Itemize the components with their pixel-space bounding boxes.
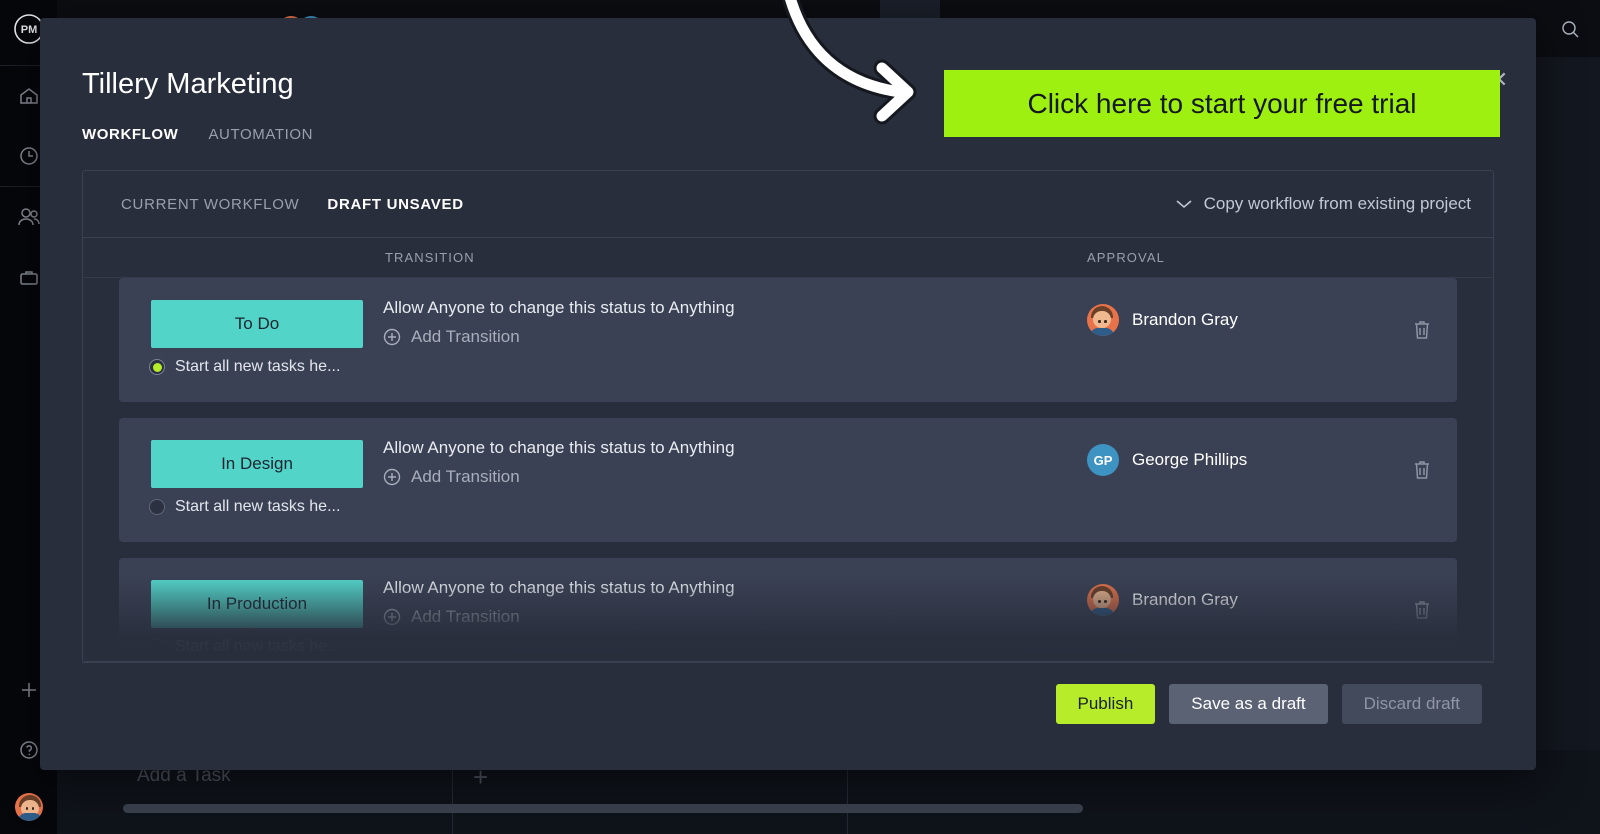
transition-rule[interactable]: Allow Anyone to change this status to An…	[383, 298, 735, 318]
publish-button[interactable]: Publish	[1055, 683, 1156, 724]
column-header-approval: APPROVAL	[1087, 250, 1165, 265]
copy-workflow-button[interactable]: Copy workflow from existing project	[1175, 194, 1471, 214]
radio-icon[interactable]	[149, 639, 165, 655]
plus-circle-icon	[383, 608, 401, 626]
start-here-label: Start all new tasks he...	[175, 498, 341, 515]
search-icon	[1562, 20, 1579, 37]
plus-circle-icon	[383, 328, 401, 346]
approver-name: Brandon Gray	[1132, 590, 1238, 609]
save-draft-button[interactable]: Save as a draft	[1169, 683, 1328, 724]
screen: PM Add a Task + Tillery Marketing WORKFL…	[0, 0, 1600, 834]
approver-name: Brandon Gray	[1132, 310, 1238, 329]
chevron-down-icon	[1176, 200, 1192, 209]
app-logo-text: PM	[20, 24, 37, 36]
column-header-transition: TRANSITION	[385, 250, 475, 265]
avatar	[14, 793, 43, 821]
curved-arrow-icon	[781, 0, 917, 125]
delete-row-button[interactable]	[1411, 598, 1433, 627]
add-transition-label: Add Transition	[411, 327, 520, 346]
column-headers: TRANSITION APPROVAL	[83, 238, 1493, 278]
add-transition-button[interactable]: Add Transition	[383, 327, 735, 347]
start-here-toggle[interactable]: Start all new tasks he...	[149, 358, 340, 376]
table-row[interactable]: To Do Start all new tasks he... Allow An…	[119, 278, 1457, 402]
transition-cell: Allow Anyone to change this status to An…	[383, 578, 735, 627]
plus-circle-icon	[383, 468, 401, 486]
approval-cell[interactable]: Brandon Gray	[1087, 304, 1238, 336]
tab-draft-unsaved[interactable]: DRAFT UNSAVED	[327, 196, 463, 213]
copy-workflow-label: Copy workflow from existing project	[1203, 194, 1471, 213]
briefcase-icon	[19, 271, 38, 285]
modal-footer: Publish Save as a draft Discard draft	[82, 662, 1494, 744]
start-here-label: Start all new tasks he...	[175, 358, 341, 375]
status-chip[interactable]: In Production	[151, 580, 363, 628]
rail-user-avatar[interactable]	[0, 780, 57, 834]
trash-icon	[1415, 601, 1429, 619]
clock-icon	[19, 147, 38, 165]
tab-workflow[interactable]: WORKFLOW	[82, 126, 178, 143]
tab-current-workflow[interactable]: CURRENT WORKFLOW	[121, 196, 299, 213]
radio-icon[interactable]	[149, 499, 165, 515]
transition-rule[interactable]: Allow Anyone to change this status to An…	[383, 438, 735, 458]
workflow-panel: CURRENT WORKFLOW DRAFT UNSAVED Copy work…	[82, 170, 1494, 662]
approver-avatar	[1087, 584, 1119, 616]
tab-automation[interactable]: AUTOMATION	[208, 126, 313, 143]
modal-title: Tillery Marketing	[82, 68, 294, 100]
trash-icon	[1415, 321, 1429, 339]
free-trial-cta-label: Click here to start your free trial	[1027, 87, 1417, 119]
delete-row-button[interactable]	[1411, 318, 1433, 347]
discard-draft-button[interactable]: Discard draft	[1341, 683, 1482, 724]
add-transition-button[interactable]: Add Transition	[383, 607, 735, 627]
add-transition-label: Add Transition	[411, 607, 520, 626]
approval-cell[interactable]: GP George Phillips	[1087, 444, 1247, 476]
plus-icon	[21, 683, 36, 697]
start-here-label: Start all new tasks he...	[175, 638, 341, 655]
table-row[interactable]: In Production Start all new tasks he... …	[119, 558, 1457, 661]
delete-row-button[interactable]	[1411, 458, 1433, 487]
add-transition-button[interactable]: Add Transition	[383, 467, 735, 487]
home-icon	[19, 88, 38, 104]
approval-cell[interactable]: Brandon Gray	[1087, 584, 1238, 616]
approver-avatar: GP	[1087, 444, 1119, 476]
free-trial-cta-button[interactable]: Click here to start your free trial	[944, 70, 1500, 137]
transition-cell: Allow Anyone to change this status to An…	[383, 298, 735, 347]
add-transition-label: Add Transition	[411, 467, 520, 486]
search-button[interactable]	[1540, 0, 1600, 57]
trash-icon	[1415, 461, 1429, 479]
transition-rule[interactable]: Allow Anyone to change this status to An…	[383, 578, 735, 598]
modal-tabs: WORKFLOW AUTOMATION	[82, 126, 313, 143]
people-icon	[17, 208, 40, 226]
workflow-panel-header: CURRENT WORKFLOW DRAFT UNSAVED Copy work…	[83, 171, 1493, 238]
start-here-toggle[interactable]: Start all new tasks he...	[149, 638, 340, 656]
transition-cell: Allow Anyone to change this status to An…	[383, 438, 735, 487]
start-here-toggle[interactable]: Start all new tasks he...	[149, 498, 340, 516]
help-icon	[19, 741, 38, 759]
table-row[interactable]: In Design Start all new tasks he... Allo…	[119, 418, 1457, 542]
status-chip[interactable]: In Design	[151, 440, 363, 488]
horizontal-scrollbar[interactable]	[123, 804, 1083, 813]
radio-icon[interactable]	[149, 359, 165, 375]
status-chip[interactable]: To Do	[151, 300, 363, 348]
workflow-rows[interactable]: To Do Start all new tasks he... Allow An…	[83, 278, 1493, 661]
approver-avatar	[1087, 304, 1119, 336]
approver-name: George Phillips	[1132, 450, 1248, 469]
